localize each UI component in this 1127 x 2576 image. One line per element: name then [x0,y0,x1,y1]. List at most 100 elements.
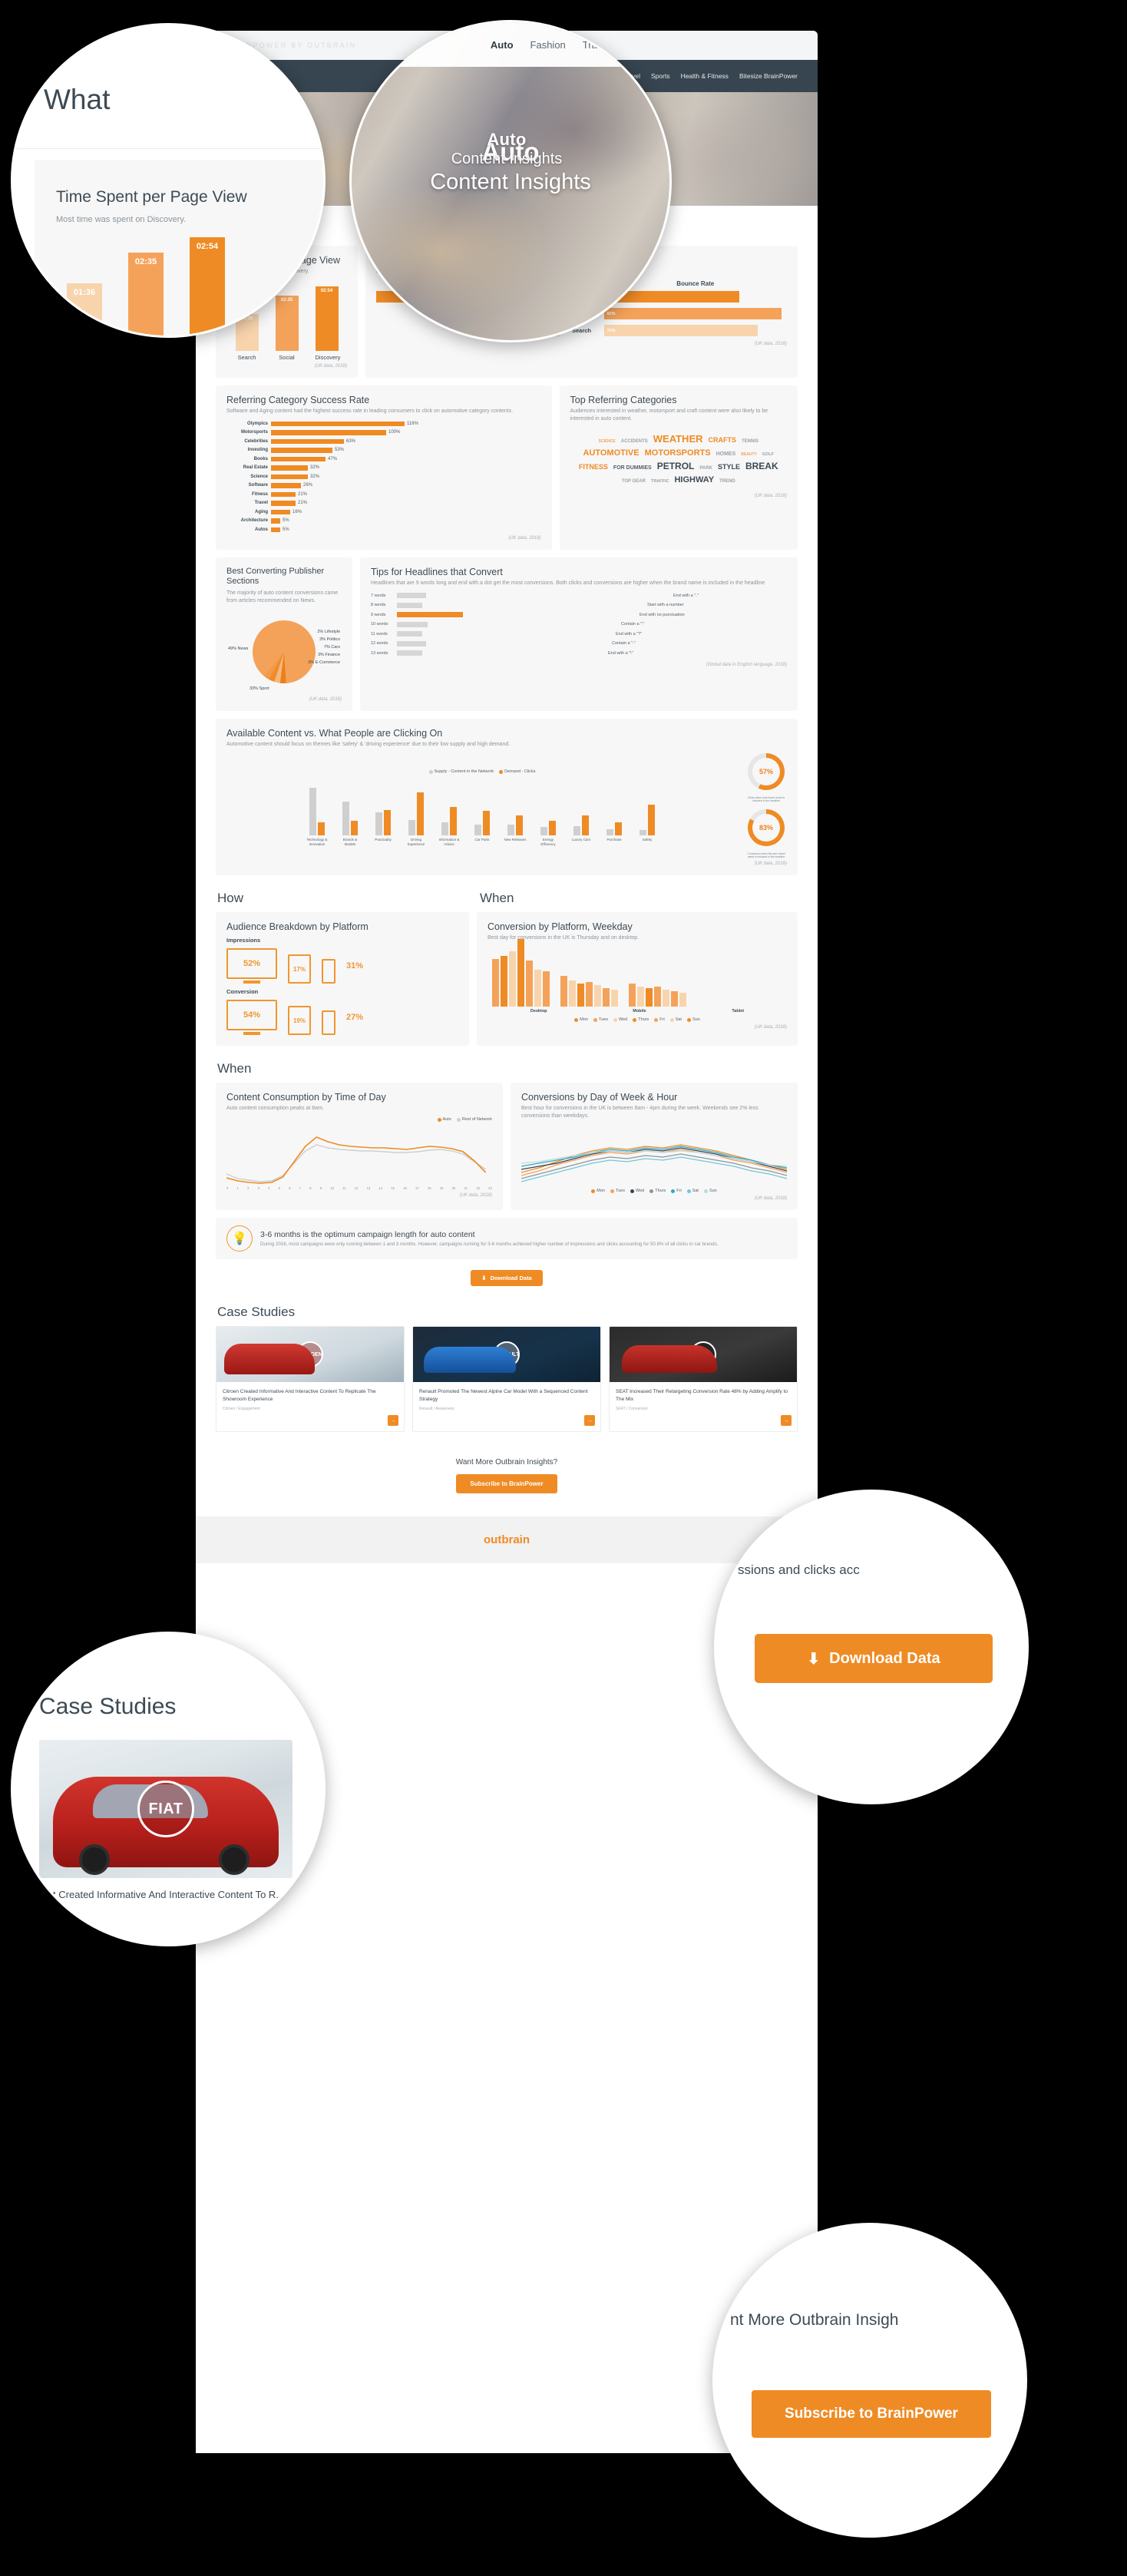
lens-subscribe-button[interactable]: Subscribe to BrainPower [752,2390,991,2438]
screenshot-root: BRAINPOWER BY OUTBRAIN BrainPower by out… [0,0,1127,2576]
day-hour-chart [521,1125,788,1185]
rc-value: 116% [407,421,418,426]
rc-row: Science 32% [226,473,541,480]
x-label: Safety [642,838,653,842]
magnifier-subscribe: nt More Outbrain Insigh Subscribe to Bra… [712,2223,1027,2538]
section-label-case-studies: Case Studies [217,1305,296,1320]
hero-subtitle: Content Insights [451,150,563,167]
hl-label: Contain a ":" [621,622,645,627]
arrow-right-icon[interactable]: → [388,1415,398,1427]
legend-wed: Wed [635,1189,645,1194]
line-chart-svg [226,1136,487,1185]
lens-bar-value: 01:36 [73,288,96,297]
legend-mon: Mon [580,1017,588,1023]
cloud-word: FOR DUMMIES [613,465,652,471]
case-study-card[interactable]: CITROEN Citroen Created Informative And … [216,1326,405,1433]
conversion-mobile: 27% [346,1013,364,1023]
rc-label: Architecture [240,518,268,524]
time-of-day-xaxis: 0 1 2 3 4 5 6 7 8 9 10 11 12 13 14 15 16 17 18 19 20 21 22 23 [226,1186,492,1191]
hl-row: 8 words [371,602,577,609]
pageviews-source: (UK data, 2018) [754,342,787,347]
lens-nav-fashion[interactable]: Fashion [530,39,566,51]
case-studies-grid: CITROEN Citroen Created Informative And … [216,1326,798,1433]
download-data-button[interactable]: ⬇ Download Data [471,1270,543,1287]
pie-label-politics: 3% Politics [319,637,340,642]
legend-thurs: Thurs [655,1189,666,1194]
x-label: New Releases [504,838,527,842]
hero-banner: Auto Content Insights [196,92,818,206]
device-tablet-conv: 19% [288,1006,311,1036]
lens-nav-travel[interactable]: Travel [583,39,610,51]
pie-shape [253,620,316,683]
device-mobile-conv [322,1010,335,1036]
lens-nav-auto[interactable]: Auto [491,39,514,51]
lens-what-bars: 01:36 02:35 02:54 [67,237,225,336]
rc-value: 21% [298,501,308,506]
cloud-word: HOMES [716,451,736,458]
nav-item-bitesize[interactable]: Bitesize BrainPower [739,72,798,80]
day-hour-title: Conversions by Day of Week & Hour [521,1092,678,1103]
rc-value: 47% [328,456,338,461]
card-headlines: Tips for Headlines that Convert Headline… [360,557,798,711]
section-label-how: How [217,891,244,906]
case-study-card[interactable]: SEAT SEAT Increased Their Retargeting Co… [609,1326,798,1433]
legend-sat: Sat [675,1017,682,1023]
cloud-word: GOLF [762,452,775,458]
hl-row: End with a "." [581,592,787,599]
legend-supply: Supply - Content in the Network [434,769,494,775]
legend-mon: Mon [597,1189,605,1194]
lens-bar-social: 02:35 [128,253,164,336]
impressions-row: 52% 17% 31% [226,948,458,984]
lens-download-button[interactable]: ⬇ Download Data [755,1634,993,1683]
nav-item-health-fitness[interactable]: Health & Fitness [681,72,729,80]
lens-subscribe-heading: nt More Outbrain Insigh [730,2311,899,2329]
rc-row: Travel 21% [226,500,541,507]
hl-label: End with a "." [673,593,699,598]
conversion-desktop: 54% [243,1010,261,1020]
rc-value: 53% [335,448,345,453]
card-publisher-sections: Best Converting Publisher Sections The m… [216,557,352,711]
rc-label: Fitness [251,491,268,497]
hl-label: 9 words [371,612,386,617]
lens-nav: Auto Fashion Travel Sports [352,22,669,67]
hl-label: Start with a number [647,603,684,608]
legend-tues: Tues [615,1189,625,1194]
lens-bar-search: 01:36 [67,283,102,336]
cloud-word: TENNIS [742,439,759,445]
rc-value: 32% [310,474,320,479]
donut-value: 83% [758,823,773,832]
time-of-day-source: (UK data, 2018) [459,1193,492,1199]
section-label-when-2: When [217,1061,252,1076]
download-label: Download Data [490,1275,532,1282]
hl-label: Contain a "-" [612,641,636,646]
legend-rest: Rest of Network [461,1117,492,1123]
donut-value: 57% [758,768,773,776]
subscribe-button[interactable]: Subscribe to BrainPower [456,1474,557,1494]
cloud-word: CRAFTS [708,436,737,445]
rc-value: 21% [298,491,308,497]
conversion-weekday-groups: Desktop Mobile Tablet [487,1009,787,1014]
card-time-of-day: Content Consumption by Time of Day Auto … [216,1083,503,1211]
cloud-word: PARK [699,466,712,471]
rc-row: Celebrities 63% [226,438,541,445]
rc-value: 63% [346,438,356,444]
rc-label: Autos [255,527,268,532]
lens-download-heading: ssions and clicks acc [738,1562,860,1577]
lens-bar-value: 02:54 [196,242,219,251]
device-desktop-conv: 54% [226,1000,277,1036]
arrow-right-icon[interactable]: → [584,1415,595,1427]
top-categories-subtitle: Audiences interested in weather, motorsp… [570,408,768,422]
case-study-card[interactable]: RENAULT Renault Promoted The Newest Alpi… [412,1326,601,1433]
legend-tues: Tues [598,1017,608,1023]
hl-row: Start with a number [581,602,787,609]
rc-label: Motorsports [241,430,268,435]
conversion-weekday-legend: Mon Tues Wed Thurs Fri Sat Sun [487,1017,787,1022]
hl-row: 9 words [371,611,577,618]
cloud-word: STYLE [717,463,740,471]
lens-nav-sports[interactable]: Sports [626,39,656,51]
top-categories-source: (UK data, 2018) [754,494,787,499]
time-of-day-subtitle: Auto content consumption peaks at 8am. [226,1106,324,1112]
conversion-weekday-subtitle: Best day for conversions in the UK is Th… [487,935,640,941]
pie-label-cars: 7% Cars [323,644,340,650]
arrow-right-icon[interactable]: → [781,1415,792,1427]
